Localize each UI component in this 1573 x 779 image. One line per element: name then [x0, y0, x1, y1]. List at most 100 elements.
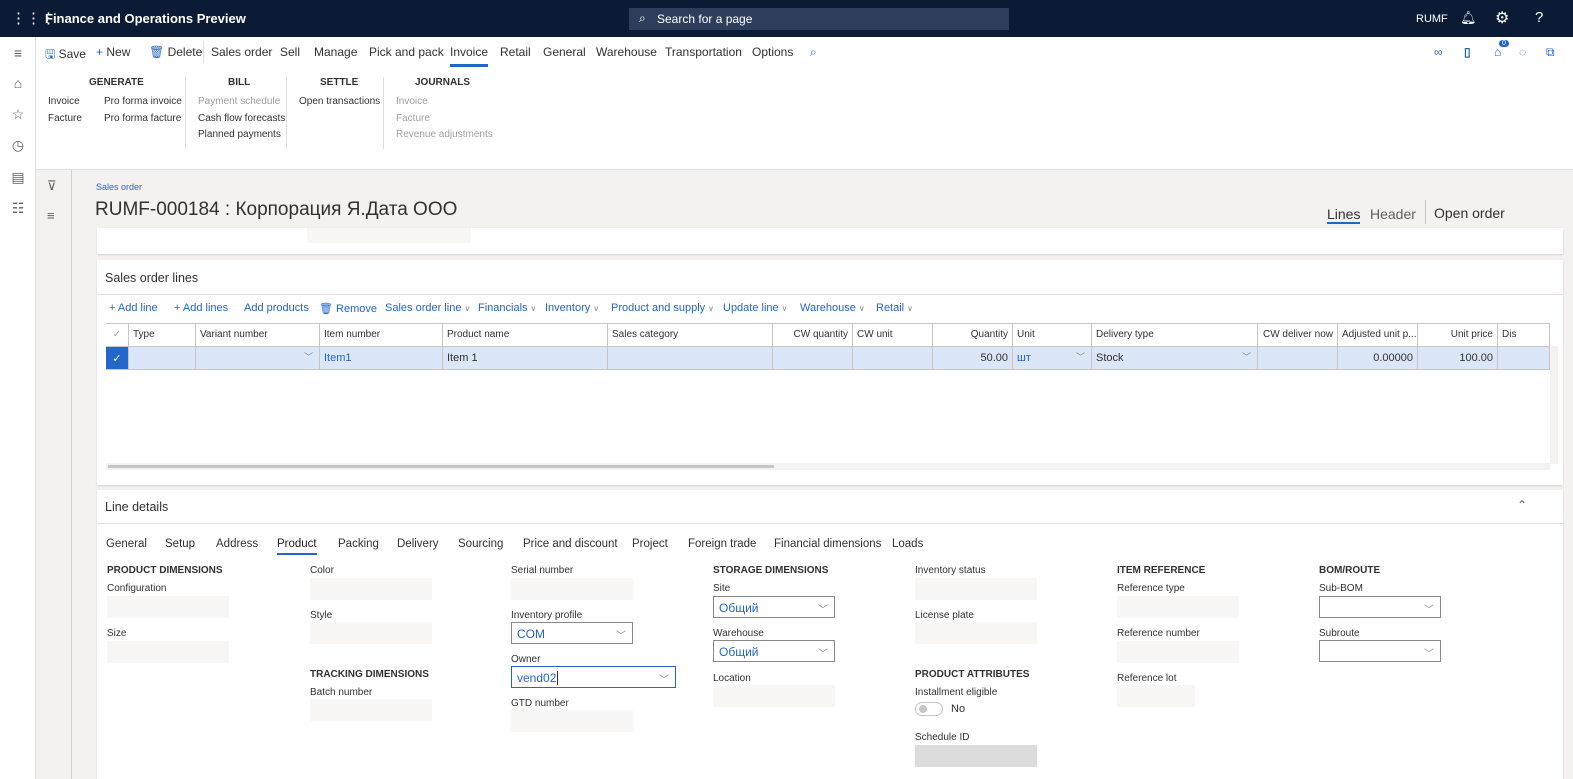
toolbar-button-update-line[interactable]: Update line ∨ [723, 302, 788, 314]
view-lines-tab[interactable]: Lines [1327, 206, 1361, 224]
column-header-quantity[interactable]: Quantity [933, 323, 1013, 347]
tab-general[interactable]: General [543, 45, 586, 59]
grid-cell-category[interactable] [608, 346, 773, 370]
inventory-status-field[interactable] [915, 578, 1037, 600]
office-icon[interactable]: ▯ [1464, 45, 1471, 59]
grid-cell-cw_qty[interactable] [773, 346, 853, 370]
batch-number-field[interactable] [310, 699, 432, 721]
grid-cell-product[interactable]: Item 1 [443, 346, 608, 370]
tab-options[interactable]: Options [752, 45, 793, 59]
tab-address[interactable]: Address [216, 538, 258, 550]
tab-manage[interactable]: Manage [314, 45, 357, 59]
toolbar-button-add-products[interactable]: Add products [244, 302, 309, 314]
column-header-item-number[interactable]: Item number [320, 323, 443, 347]
reference-lot-field[interactable] [1117, 685, 1195, 707]
style-field[interactable] [310, 622, 432, 644]
toolbar-button-warehouse[interactable]: Warehouse ∨ [800, 302, 865, 314]
column-header-product-name[interactable]: Product name [443, 323, 608, 347]
collapse-chevron-icon[interactable]: ⌃ [1517, 498, 1527, 512]
warehouse-dropdown[interactable]: Общий ﹀ [713, 640, 835, 662]
open-new-window-icon[interactable]: ⧉ [1546, 45, 1555, 60]
refresh-icon[interactable]: ◌ [1519, 45, 1526, 59]
grid-cell-adj_price[interactable]: 0.00000 [1338, 346, 1418, 370]
hamburger-icon[interactable]: ≡ [9, 45, 27, 61]
tab-general[interactable]: General [106, 538, 147, 550]
toolbar-button-sales-order-line[interactable]: Sales order line ∨ [385, 302, 470, 314]
grid-cell-variant[interactable]: ﹀ [196, 346, 320, 370]
inventory-profile-dropdown[interactable]: COM ﹀ [511, 622, 633, 644]
configuration-field[interactable] [107, 596, 229, 618]
search-input[interactable]: ⌕ Search for a page [629, 8, 1009, 30]
grid-cell-delivery[interactable]: Stock ﹀ [1092, 346, 1258, 370]
grid-cell-cw_deliver[interactable] [1258, 346, 1338, 370]
column-header-unit[interactable]: Unit [1013, 323, 1092, 347]
reference-number-field[interactable] [1117, 641, 1239, 663]
toolbar-button-financials[interactable]: Financials ∨ [478, 302, 536, 314]
tab-delivery[interactable]: Delivery [397, 538, 439, 550]
ribbon-cash-flow-forecasts-button[interactable]: Cash flow forecasts [198, 113, 285, 124]
ribbon-planned-payments-button[interactable]: Planned payments [198, 129, 281, 140]
subroute-dropdown[interactable]: ﹀ [1319, 640, 1441, 662]
select-all-checkbox[interactable]: ✓ [106, 323, 129, 347]
scrollbar-thumb[interactable] [108, 465, 774, 468]
tab-packing[interactable]: Packing [338, 538, 379, 550]
clock-icon[interactable]: ◷ [9, 137, 27, 154]
company-picker[interactable]: RUMF [1416, 13, 1448, 25]
view-header-tab[interactable]: Header [1370, 206, 1416, 222]
grid-cell-cw_unit[interactable] [853, 346, 933, 370]
list-icon[interactable]: ☷ [9, 200, 27, 217]
vertical-scrollbar[interactable] [1550, 346, 1558, 464]
ribbon-facture-button[interactable]: Facture [48, 113, 82, 124]
column-header-dis[interactable]: Dis [1498, 323, 1550, 347]
ribbon-open-transactions-button[interactable]: Open transactions [299, 96, 380, 107]
column-header-type[interactable]: Type [129, 323, 196, 347]
toolbar-button-add-line[interactable]: + Add line [109, 302, 158, 314]
tab-setup[interactable]: Setup [165, 538, 195, 550]
grid-cell-qty[interactable]: 50.00 [933, 346, 1013, 370]
save-button[interactable]: 🖫 Save [45, 45, 86, 66]
grid-cell-type[interactable] [129, 346, 196, 370]
tab-transportation[interactable]: Transportation [665, 45, 742, 59]
column-header-cw-deliver-now[interactable]: CW deliver now [1258, 323, 1338, 347]
column-header-sales-category[interactable]: Sales category [608, 323, 773, 347]
tab-warehouse[interactable]: Warehouse [596, 45, 657, 59]
site-dropdown[interactable]: Общий ﹀ [713, 596, 835, 618]
location-field[interactable] [713, 685, 835, 707]
installment-eligible-toggle[interactable] [915, 702, 943, 716]
gear-icon[interactable]: ⚙ [1495, 8, 1509, 28]
tab-financial-dimensions[interactable]: Financial dimensions [774, 538, 881, 550]
bell-icon[interactable]: 🔔︎ [1460, 10, 1477, 26]
tab-sell[interactable]: Sell [280, 45, 300, 59]
power-apps-icon[interactable]: ∞ [1434, 45, 1443, 59]
filter-icon[interactable]: ⊽ [47, 178, 57, 194]
tab-retail[interactable]: Retail [500, 45, 531, 59]
tab-pick-and-pack[interactable]: Pick and pack [369, 45, 444, 59]
related-info-icon[interactable]: ≡ [47, 208, 55, 223]
horizontal-scrollbar[interactable] [106, 463, 1550, 470]
column-header-delivery-type[interactable]: Delivery type [1092, 323, 1258, 347]
home-icon[interactable]: ⌂ [9, 75, 27, 91]
toolbar-button-remove[interactable]: 🗑︎ Remove [319, 302, 377, 315]
owner-dropdown[interactable]: vend02 ﹀ [511, 666, 676, 688]
ribbon-pro-forma-invoice-button[interactable]: Pro forma invoice [104, 96, 182, 107]
color-field[interactable] [310, 578, 432, 600]
attachments-icon[interactable]: ⌂ 0 [1494, 40, 1509, 59]
tab-sourcing[interactable]: Sourcing [458, 538, 503, 550]
tab-sales-order[interactable]: Sales order [211, 45, 272, 59]
reference-type-field[interactable] [1117, 596, 1239, 618]
serial-number-field[interactable] [511, 578, 633, 600]
tab-price-and-discount[interactable]: Price and discount [523, 538, 618, 550]
star-icon[interactable]: ☆ [9, 106, 27, 123]
tab-product[interactable]: Product [277, 538, 317, 555]
column-header-unit-price[interactable]: Unit price [1418, 323, 1498, 347]
grid-cell-item[interactable]: Item1 [320, 346, 443, 370]
help-icon[interactable]: ? [1535, 9, 1543, 26]
gtd-number-field[interactable] [511, 710, 633, 732]
delete-button[interactable]: 🗑︎ Delete [149, 45, 202, 59]
tab-project[interactable]: Project [632, 538, 668, 550]
search-actions-icon[interactable]: ⌕ [810, 45, 817, 60]
column-header-adjusted-unit-p-[interactable]: Adjusted unit p... [1338, 323, 1418, 347]
tab-invoice[interactable]: Invoice [450, 45, 489, 67]
toolbar-button-retail[interactable]: Retail ∨ [876, 302, 913, 314]
sub-bom-dropdown[interactable]: ﹀ [1319, 596, 1441, 618]
